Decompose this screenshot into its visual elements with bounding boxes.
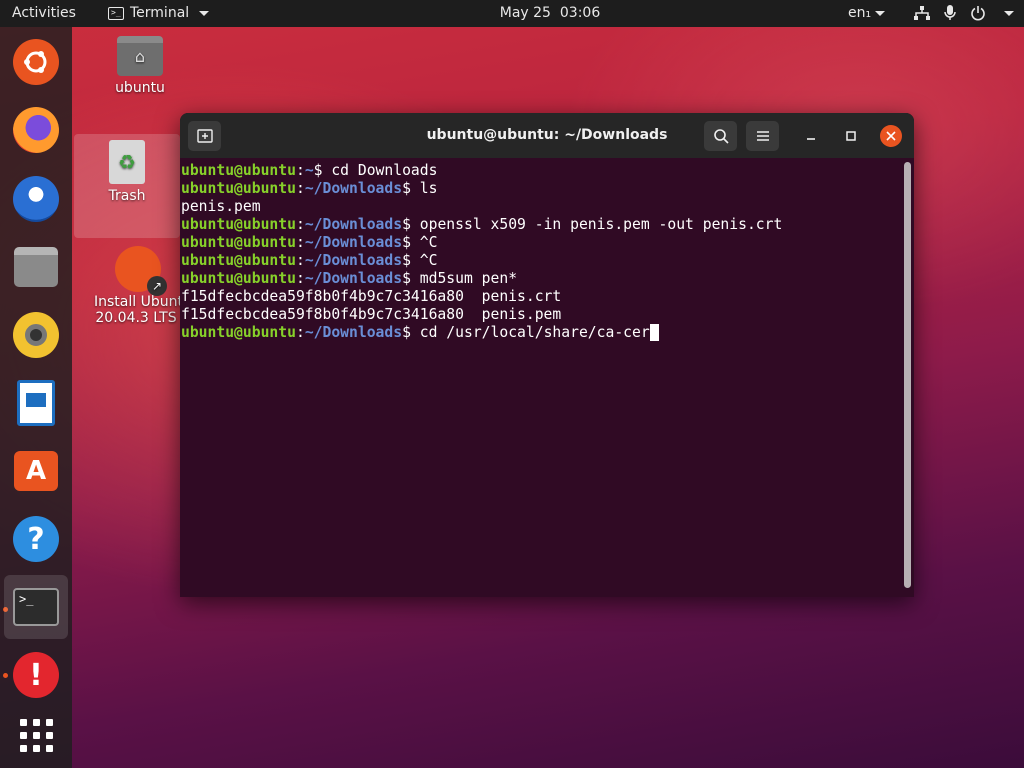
prompt-user-host: ubuntu@ubuntu — [181, 216, 296, 233]
dock-item-files[interactable] — [10, 241, 62, 293]
dock-item-libreoffice-writer[interactable] — [10, 377, 62, 429]
prompt-user-host: ubuntu@ubuntu — [181, 162, 296, 179]
command-text: cd Downloads — [331, 162, 438, 179]
command-text: openssl x509 -in penis.pem -out penis.cr… — [419, 216, 783, 233]
shortcut-arrow-icon: ↗ — [147, 276, 167, 296]
output-text: penis.pem — [181, 198, 261, 215]
help-icon: ? — [13, 516, 59, 562]
text-cursor — [649, 324, 659, 341]
prompt-user-host: ubuntu@ubuntu — [181, 270, 296, 287]
menu-button[interactable] — [746, 121, 779, 151]
microphone-icon — [944, 5, 956, 20]
terminal-prompt-line: ubuntu@ubuntu:~/Downloads$ cd /usr/local… — [181, 324, 914, 342]
dock-item-error-report[interactable]: ! — [10, 649, 62, 701]
prompt-path: ~/Downloads — [304, 216, 403, 233]
desktop-icon-label: Install Ubunt — [94, 294, 183, 310]
terminal-prompt-line: ubuntu@ubuntu:~/Downloads$ ls — [181, 180, 438, 197]
terminal-window[interactable]: ubuntu@ubuntu: ~/Downloads ubuntu@ubuntu… — [180, 113, 914, 597]
command-text: ^C — [419, 234, 438, 251]
language-selector[interactable]: en ₁ — [848, 5, 886, 21]
thunderbird-icon — [13, 176, 59, 222]
desktop-icon-home[interactable]: ubuntu — [90, 36, 190, 96]
prompt-path: ~/Downloads — [304, 270, 403, 287]
dock-item-help[interactable]: ? — [10, 513, 62, 565]
terminal-prompt-line: ubuntu@ubuntu:~/Downloads$ md5sum pen* — [181, 270, 518, 287]
terminal-lines: ubuntu@ubuntu:~$ cd Downloads ubuntu@ubun… — [181, 162, 914, 342]
maximize-icon — [846, 131, 856, 141]
app-grid-icon — [19, 718, 53, 752]
software-store-icon: A — [14, 451, 58, 491]
network-icon — [914, 5, 930, 20]
firefox-icon — [13, 107, 59, 153]
desktop-icon-trash[interactable]: ♻ Trash — [74, 134, 180, 238]
power-icon — [971, 6, 985, 21]
desktop-icon-install-ubuntu[interactable]: ↗ Install Ubunt 20.04.3 LTS — [90, 246, 186, 326]
terminal-prompt-line: ubuntu@ubuntu:~/Downloads$ ^C — [181, 234, 438, 251]
show-applications-button[interactable] — [10, 709, 62, 761]
terminal-icon: >_ — [13, 588, 59, 626]
system-tray[interactable] — [914, 5, 1014, 21]
prompt-path: ~/Downloads — [304, 234, 403, 251]
prompt-path: ~/Downloads — [304, 180, 403, 197]
error-icon: ! — [13, 652, 59, 698]
terminal-prompt-line: ubuntu@ubuntu:~/Downloads$ openssl x509 … — [181, 216, 783, 233]
output-text: f15dfecbcdea59f8b0f4b9c7c3416a80 penis.c… — [181, 288, 562, 305]
command-text: md5sum pen* — [419, 270, 518, 287]
chevron-down-icon — [1004, 10, 1014, 16]
dock-item-rhythmbox[interactable] — [10, 309, 62, 361]
minimize-icon — [807, 138, 815, 140]
hamburger-menu-icon — [756, 131, 769, 141]
trash-icon: ♻ — [109, 140, 145, 184]
maximize-button[interactable] — [840, 125, 862, 147]
home-folder-icon — [117, 36, 163, 76]
desktop-icon-label-line2: 20.04.3 LTS — [95, 310, 177, 326]
prompt-user-host: ubuntu@ubuntu — [181, 180, 296, 197]
command-text: cd /usr/local/share/ca-cer — [419, 324, 650, 341]
dock: A ? >_ ! — [0, 27, 72, 768]
close-button[interactable] — [880, 125, 902, 147]
search-icon — [713, 129, 729, 144]
minimize-button[interactable] — [800, 125, 822, 147]
terminal-output-line: penis.pem — [181, 198, 914, 216]
terminal-output-line: f15dfecbcdea59f8b0f4b9c7c3416a80 penis.p… — [181, 306, 914, 324]
dock-item-ubuntu-installer[interactable] — [10, 36, 62, 88]
dock-item-ubuntu-software[interactable]: A — [10, 445, 62, 497]
prompt-path: ~/Downloads — [304, 324, 403, 341]
ubuntu-icon — [13, 39, 59, 85]
chevron-down-icon — [875, 10, 886, 16]
rhythmbox-icon — [13, 312, 59, 358]
close-icon — [886, 131, 896, 141]
clock-date: May 25 — [499, 5, 551, 21]
dock-item-thunderbird[interactable] — [10, 173, 62, 225]
terminal-prompt-line: ubuntu@ubuntu:~$ cd Downloads — [181, 162, 438, 179]
output-text: f15dfecbcdea59f8b0f4b9c7c3416a80 penis.p… — [181, 306, 562, 323]
prompt-path: ~/Downloads — [304, 252, 403, 269]
prompt-user-host: ubuntu@ubuntu — [181, 234, 296, 251]
search-button[interactable] — [704, 121, 737, 151]
desktop-icon-label: ubuntu — [115, 80, 165, 96]
command-text: ls — [419, 180, 438, 197]
desktop-icon-label: Trash — [108, 188, 146, 204]
terminal-prompt-line: ubuntu@ubuntu:~/Downloads$ ^C — [181, 252, 438, 269]
command-text: ^C — [419, 252, 438, 269]
folder-icon — [14, 247, 58, 287]
running-indicator — [3, 673, 8, 678]
writer-icon — [17, 380, 55, 426]
ubuntu-installer-icon: ↗ — [115, 246, 167, 296]
prompt-user-host: ubuntu@ubuntu — [181, 252, 296, 269]
top-bar: Activities >_ Terminal May 25 03:06 en ₁ — [0, 0, 1024, 27]
terminal-titlebar[interactable]: ubuntu@ubuntu: ~/Downloads — [180, 113, 914, 158]
dock-item-firefox[interactable] — [10, 104, 62, 156]
language-label: en — [848, 5, 866, 21]
prompt-path: ~ — [304, 162, 314, 179]
scrollbar[interactable] — [904, 162, 911, 588]
terminal-output[interactable]: ubuntu@ubuntu:~$ cd Downloads ubuntu@ubun… — [180, 158, 914, 597]
dock-item-terminal[interactable]: >_ — [4, 575, 68, 639]
terminal-output-line: f15dfecbcdea59f8b0f4b9c7c3416a80 penis.c… — [181, 288, 914, 306]
prompt-user-host: ubuntu@ubuntu — [181, 324, 296, 341]
clock-time: 03:06 — [559, 5, 601, 21]
